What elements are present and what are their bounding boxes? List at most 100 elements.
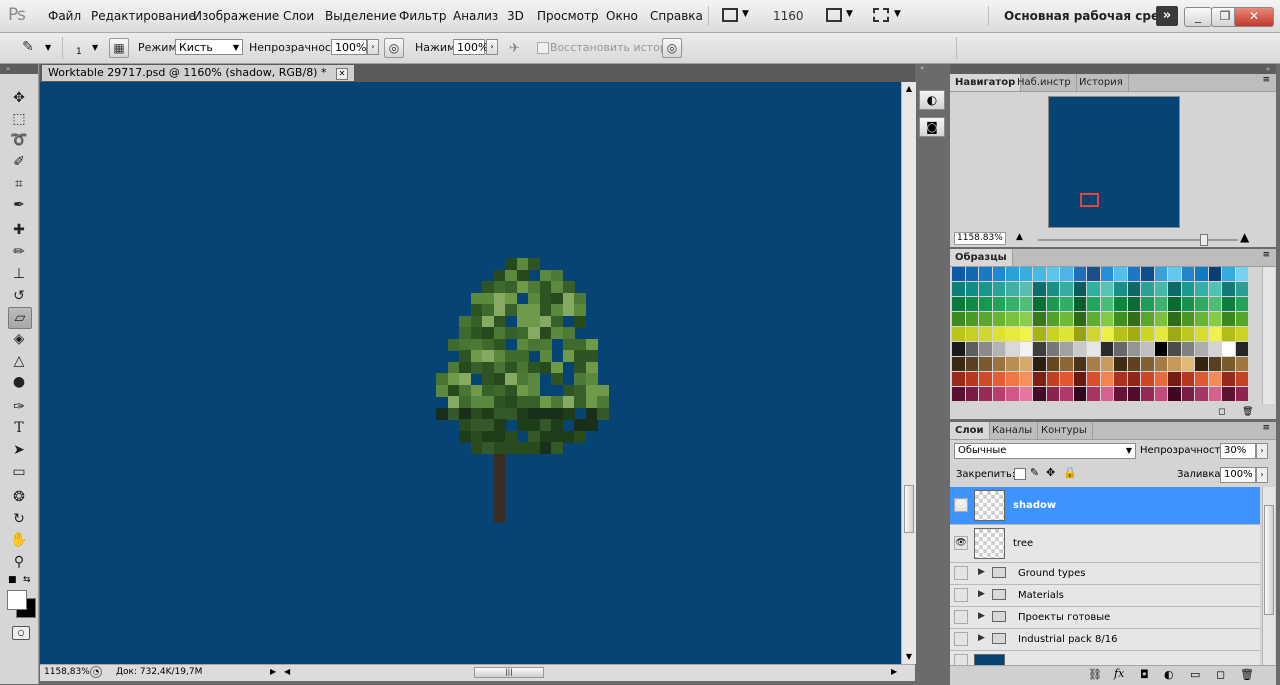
canvas[interactable] xyxy=(40,82,901,664)
pen-tool-icon[interactable]: ✑ xyxy=(8,397,30,417)
tab-paths[interactable]: Контуры xyxy=(1036,422,1093,439)
clone-stamp-tool-icon[interactable]: ⊥ xyxy=(8,264,30,284)
color-swatch[interactable] xyxy=(1114,342,1127,356)
expand-triangle-icon[interactable]: ▶ xyxy=(978,589,985,599)
color-swatch[interactable] xyxy=(1127,267,1140,281)
color-swatch[interactable] xyxy=(992,387,1005,401)
history-panel-icon[interactable]: ◐ xyxy=(919,90,945,110)
dodge-tool-icon[interactable]: ● xyxy=(8,372,30,392)
color-swatch[interactable] xyxy=(1222,372,1235,386)
type-tool-icon[interactable]: T xyxy=(8,418,30,438)
color-swatch[interactable] xyxy=(1060,282,1073,296)
color-swatch[interactable] xyxy=(1073,342,1086,356)
color-swatch[interactable] xyxy=(1154,372,1167,386)
color-swatch[interactable] xyxy=(1114,282,1127,296)
rectangle-tool-icon[interactable]: ▭ xyxy=(8,462,30,482)
lock-transparent-pixels-icon[interactable] xyxy=(1014,468,1026,480)
swatch-grid[interactable] xyxy=(952,267,1258,404)
color-swatch[interactable] xyxy=(1046,342,1059,356)
zoom-in-icon[interactable]: ▲ xyxy=(1240,230,1249,244)
color-swatch[interactable] xyxy=(1006,312,1019,326)
color-swatch[interactable] xyxy=(1100,387,1113,401)
navigator-zoom-input[interactable]: 1158.83% xyxy=(954,232,1006,245)
color-swatch[interactable] xyxy=(1033,327,1046,341)
color-swatch[interactable] xyxy=(979,357,992,371)
color-swatch[interactable] xyxy=(992,342,1005,356)
color-swatch[interactable] xyxy=(1222,387,1235,401)
color-swatch[interactable] xyxy=(1222,342,1235,356)
eraser-tool-icon[interactable]: ✎ xyxy=(18,38,38,58)
color-swatch[interactable] xyxy=(1073,282,1086,296)
status-menu-arrow-icon[interactable]: ▶ xyxy=(270,667,276,676)
color-swatch[interactable] xyxy=(1154,282,1167,296)
minimize-button[interactable]: _ xyxy=(1184,7,1212,27)
color-swatch[interactable] xyxy=(1235,342,1248,356)
menu-3d[interactable]: 3D xyxy=(507,9,524,23)
new-group-icon[interactable]: ▭ xyxy=(1190,668,1200,681)
panel-menu-icon[interactable]: ≡ xyxy=(1262,75,1270,85)
color-swatch[interactable] xyxy=(1033,357,1046,371)
color-swatch[interactable] xyxy=(1181,297,1194,311)
color-swatch[interactable] xyxy=(1046,297,1059,311)
screen-mode-icon[interactable] xyxy=(873,8,889,22)
layer-opacity-slider-button[interactable]: › xyxy=(1256,443,1268,459)
color-swatch[interactable] xyxy=(1181,387,1194,401)
color-swatch[interactable] xyxy=(965,342,978,356)
color-swatch[interactable] xyxy=(1195,357,1208,371)
color-swatch[interactable] xyxy=(1195,342,1208,356)
color-swatch[interactable] xyxy=(1019,387,1032,401)
chevron-down-icon[interactable]: ▼ xyxy=(894,9,901,19)
horizontal-scroll-thumb[interactable]: ||| xyxy=(474,667,544,678)
tab-navigator[interactable]: Навигатор xyxy=(950,74,1022,91)
flow-input[interactable]: 100% xyxy=(453,39,488,55)
color-swatch[interactable] xyxy=(965,327,978,341)
color-swatch[interactable] xyxy=(1235,387,1248,401)
color-swatch[interactable] xyxy=(1019,342,1032,356)
menu-view[interactable]: Просмотр xyxy=(537,9,599,23)
layer-group-ground-types[interactable]: ▶ Ground types xyxy=(950,563,1260,585)
color-swatch[interactable] xyxy=(952,357,965,371)
color-swatch[interactable] xyxy=(1235,312,1248,326)
color-swatch[interactable] xyxy=(1154,297,1167,311)
menu-edit[interactable]: Редактирование xyxy=(91,9,196,23)
move-tool-icon[interactable]: ✥ xyxy=(8,88,30,108)
color-swatch[interactable] xyxy=(1222,297,1235,311)
menu-image[interactable]: Изображение xyxy=(193,9,279,23)
fill-slider-button[interactable]: › xyxy=(1256,467,1268,483)
color-swatch[interactable] xyxy=(1019,282,1032,296)
trash-icon[interactable]: 🗑 xyxy=(1240,668,1254,681)
tablet-pressure-size-icon[interactable]: ◎ xyxy=(662,38,682,58)
color-swatch[interactable] xyxy=(1060,372,1073,386)
navigator-preview[interactable] xyxy=(1048,96,1180,228)
brush-tool-icon[interactable]: ✏ xyxy=(8,242,30,262)
tab-tool-presets[interactable]: Наб.инстр xyxy=(1012,74,1077,91)
color-swatch[interactable] xyxy=(1033,342,1046,356)
color-swatch[interactable] xyxy=(1046,327,1059,341)
color-swatch[interactable] xyxy=(1154,267,1167,281)
layer-group-industrial-pack[interactable]: ▶ Industrial pack 8/16 xyxy=(950,629,1260,651)
color-swatch[interactable] xyxy=(1114,312,1127,326)
menu-window[interactable]: Окно xyxy=(606,9,638,23)
layer-row-background[interactable] xyxy=(950,651,1260,665)
color-swatch[interactable] xyxy=(1087,312,1100,326)
color-swatch[interactable] xyxy=(1087,387,1100,401)
color-swatch[interactable] xyxy=(1006,267,1019,281)
color-swatch[interactable] xyxy=(1087,357,1100,371)
zoom-out-icon[interactable]: ▲ xyxy=(1016,232,1023,242)
color-swatch[interactable] xyxy=(1019,312,1032,326)
color-swatch[interactable] xyxy=(1154,312,1167,326)
color-swatch[interactable] xyxy=(1141,297,1154,311)
layer-group-projects[interactable]: ▶ Проекты готовые xyxy=(950,607,1260,629)
color-swatch[interactable] xyxy=(1154,357,1167,371)
color-swatch[interactable] xyxy=(1100,267,1113,281)
color-swatch[interactable] xyxy=(979,282,992,296)
color-swatch[interactable] xyxy=(1181,267,1194,281)
color-swatch[interactable] xyxy=(1087,342,1100,356)
menu-analysis[interactable]: Анализ xyxy=(453,9,498,23)
add-mask-icon[interactable]: ◘ xyxy=(1140,668,1149,681)
scroll-right-arrow-icon[interactable]: ▶ xyxy=(891,667,897,676)
zoom-level[interactable]: 1160 xyxy=(773,9,804,23)
tablet-pressure-opacity-icon[interactable]: ◎ xyxy=(384,38,404,58)
color-swatch[interactable] xyxy=(965,267,978,281)
screen-mode-icon[interactable] xyxy=(722,8,738,22)
